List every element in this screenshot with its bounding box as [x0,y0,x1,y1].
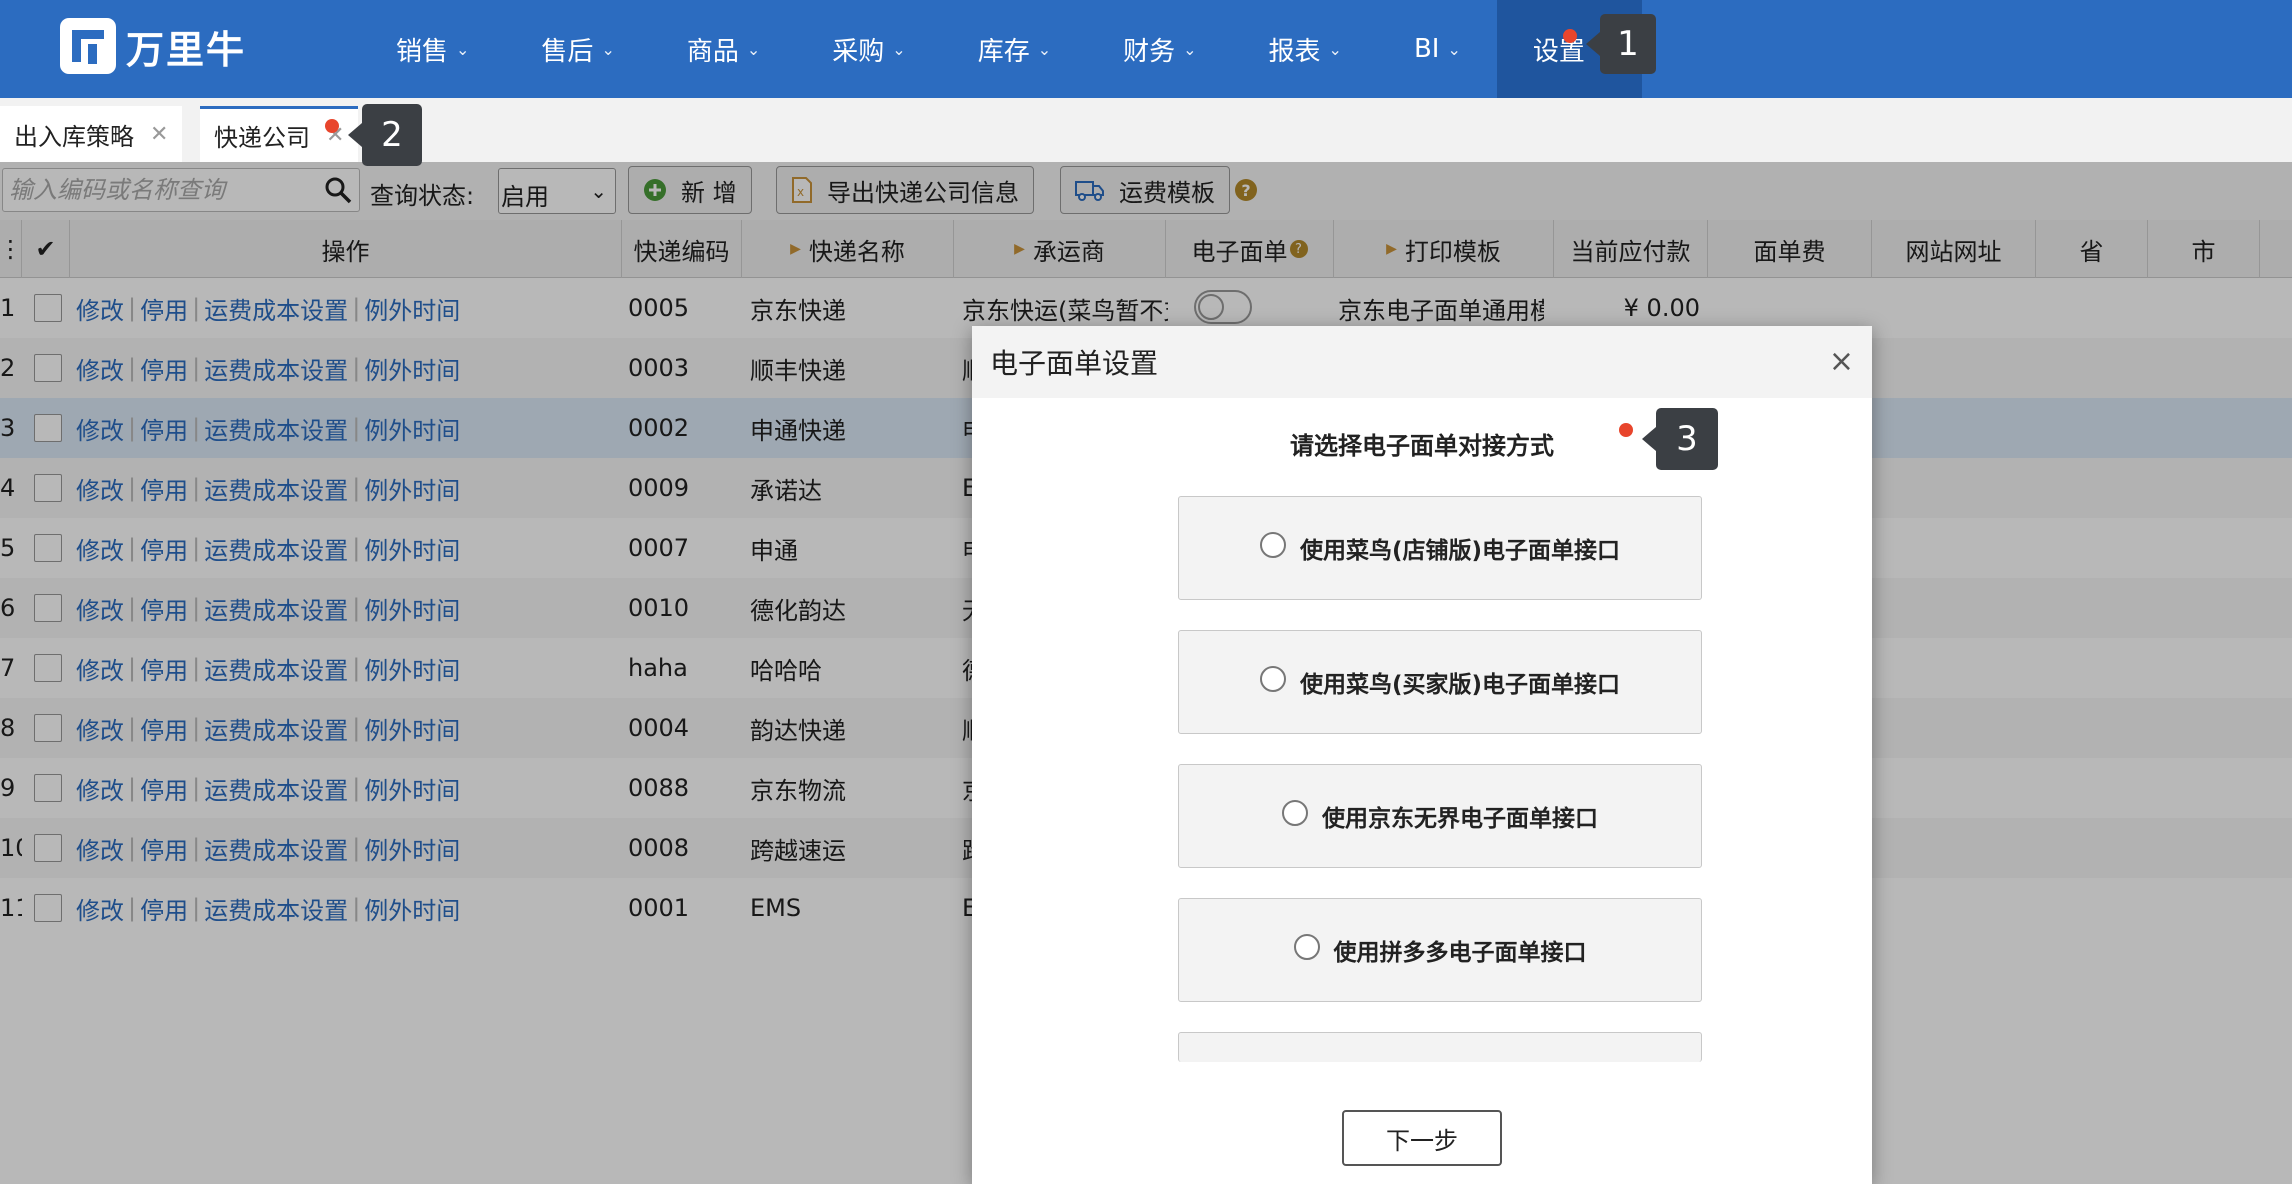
main-nav: 销售 ⌄ 售后 ⌄ 商品 ⌄ 采购 ⌄ 库存 ⌄ 财务 ⌄ 报表 ⌄ BI ⌄ 设置 ⌄ [360,0,1643,98]
page-tabs-bar: 出入库策略 ✕ 快递公司 ✕ [0,98,2292,162]
nav-item-products[interactable]: 商品 ⌄ [651,0,796,98]
chevron-down-icon: ⌄ [1037,39,1052,59]
chevron-down-icon: ⌄ [892,39,906,59]
eorder-settings-dialog: 电子面单设置 × 请选择电子面单对接方式 使用菜鸟(店铺版)电子面单接口 使用菜… [972,326,1872,1184]
callout-dot [1619,423,1633,437]
option-partial[interactable] [1178,1032,1702,1062]
option-cainiao-buyer[interactable]: 使用菜鸟(买家版)电子面单接口 [1178,630,1702,734]
radio-button[interactable] [1259,532,1286,558]
nav-label: 设置 [1532,36,1585,67]
close-icon[interactable]: ✕ [150,122,168,147]
nav-label: 财务 [1123,36,1176,67]
chevron-down-icon: ⌄ [601,39,615,59]
callout-dot [325,119,339,133]
nav-label: 库存 [977,36,1030,67]
dialog-title: 电子面单设置 [990,347,1159,380]
option-label: 使用拼多多电子面单接口 [1333,940,1587,966]
nav-item-finance[interactable]: 财务 ⌄ [1087,0,1232,98]
option-label: 使用菜鸟(店铺版)电子面单接口 [1299,538,1621,564]
chevron-down-icon: ⌄ [1447,39,1461,59]
callout-badge-1: 1 [1586,14,1656,74]
nav-item-aftersales[interactable]: 售后 ⌄ [505,0,650,98]
nav-item-bi[interactable]: BI ⌄ [1378,0,1497,98]
nav-label: BI [1413,34,1440,64]
dialog-subtitle: 请选择电子面单对接方式 [1290,432,1554,460]
tab-warehouse-strategy[interactable]: 出入库策略 ✕ [0,106,183,162]
chevron-down-icon: ⌄ [456,39,470,59]
nav-item-reports[interactable]: 报表 ⌄ [1233,0,1378,98]
nav-item-sales[interactable]: 销售 ⌄ [360,0,505,98]
radio-button[interactable] [1293,934,1320,960]
logo-text: 万里牛 [126,27,247,72]
top-nav-bar: 万里牛 销售 ⌄ 售后 ⌄ 商品 ⌄ 采购 ⌄ 库存 ⌄ 财务 ⌄ 报表 ⌄ BI ⌄ 设置 ⌄ [0,0,2292,98]
callout-dot [1563,29,1577,43]
radio-button[interactable] [1259,666,1286,692]
next-step-button[interactable]: 下一步 [1342,1110,1502,1166]
option-label: 使用京东无界电子面单接口 [1322,806,1598,832]
callout-badge-2: 2 [348,104,422,166]
app-logo[interactable]: 万里牛 [60,18,246,74]
nav-label: 售后 [541,36,594,67]
nav-label: 销售 [396,36,449,67]
callout-badge-3: 3 [1642,408,1718,470]
nav-label: 商品 [686,36,739,67]
tab-label: 出入库策略 [14,122,134,151]
option-jd-wujie[interactable]: 使用京东无界电子面单接口 [1178,764,1702,868]
tab-label: 快递公司 [214,124,310,152]
option-cainiao-shop[interactable]: 使用菜鸟(店铺版)电子面单接口 [1178,496,1702,600]
option-pinduoduo[interactable]: 使用拼多多电子面单接口 [1178,898,1702,1002]
chevron-down-icon: ⌄ [746,39,761,59]
tab-express-company[interactable]: 快递公司 ✕ [200,106,359,162]
close-icon[interactable]: × [1829,344,1854,379]
nav-item-purchase[interactable]: 采购 ⌄ [796,0,941,98]
radio-button[interactable] [1282,800,1308,826]
nav-label: 采购 [832,36,885,67]
dialog-header: 电子面单设置 × [972,326,1872,398]
option-label: 使用菜鸟(买家版)电子面单接口 [1299,672,1621,698]
chevron-down-icon: ⌄ [1183,39,1197,59]
chevron-down-icon: ⌄ [1328,39,1342,59]
logo-icon [60,18,116,74]
nav-label: 报表 [1268,36,1321,67]
nav-item-inventory[interactable]: 库存 ⌄ [942,0,1087,98]
